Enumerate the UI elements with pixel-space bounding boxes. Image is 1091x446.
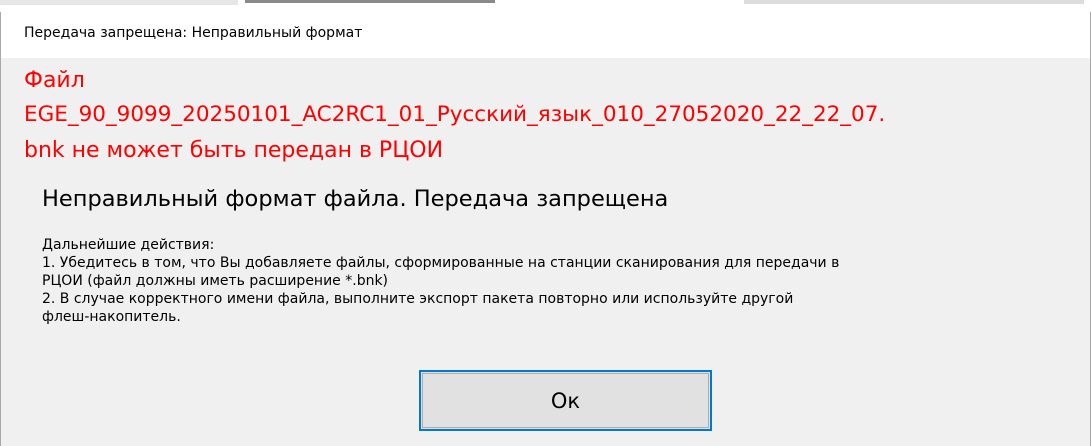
error-message-line: Файл bbox=[24, 68, 85, 93]
window-title: Передача запрещена: Неправильный формат bbox=[24, 25, 363, 41]
instructions-line: 1. Убедитесь в том, что Вы добавляете фа… bbox=[42, 255, 840, 271]
instructions-line: 2. В случае корректного имени файла, вып… bbox=[42, 291, 794, 307]
ok-button-label: Ок bbox=[550, 388, 581, 413]
error-dialog: Передача запрещена: Неправильный формат … bbox=[0, 0, 1091, 446]
dialog-body: Файл EGE_90_9099_20250101_AC2RC1_01_Русс… bbox=[0, 58, 1091, 446]
instructions-line: флеш-накопитель. bbox=[42, 309, 181, 325]
error-heading: Неправильный формат файла. Передача запр… bbox=[42, 186, 669, 212]
background-window-edge bbox=[0, 0, 1091, 12]
instructions-line: Дальнейшие действия: bbox=[42, 237, 215, 253]
instructions-line: РЦОИ (файл должны иметь расширение *.bnk… bbox=[42, 273, 389, 289]
background-edge-segment bbox=[245, 0, 495, 3]
error-message-line: bnk не может быть передан в РЦОИ bbox=[24, 138, 444, 163]
background-edge-segment bbox=[744, 0, 1084, 4]
background-edge-segment bbox=[0, 0, 238, 5]
title-bar[interactable]: Передача запрещена: Неправильный формат bbox=[0, 12, 1091, 58]
error-message-filename: EGE_90_9099_20250101_AC2RC1_01_Русский_я… bbox=[24, 102, 886, 127]
ok-button[interactable]: Ок bbox=[419, 370, 712, 431]
instructions-text: Дальнейшие действия: 1. Убедитесь в том,… bbox=[42, 236, 1062, 326]
